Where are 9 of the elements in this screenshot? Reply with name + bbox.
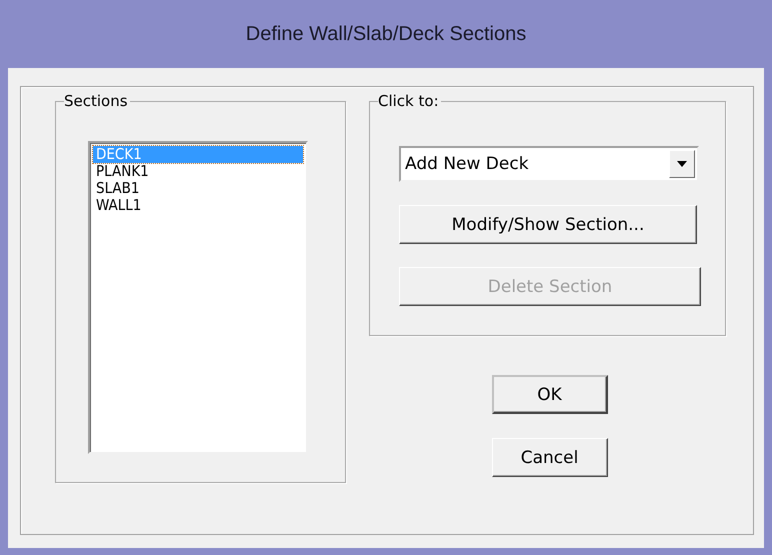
- dialog-button[interactable]: Cancel: [492, 438, 608, 477]
- list-item[interactable]: SLAB1: [93, 180, 303, 197]
- list-item[interactable]: WALL1: [93, 197, 303, 214]
- window-title: Define Wall/Slab/Deck Sections: [246, 22, 526, 46]
- sections-list[interactable]: DECK1 PLANK1 SLAB1 WALL1: [88, 141, 308, 454]
- action-dropdown[interactable]: Add New Deck: [399, 146, 699, 182]
- list-item[interactable]: PLANK1: [93, 163, 303, 180]
- dialog-button[interactable]: OK: [492, 375, 608, 414]
- section-button[interactable]: Modify/Show Section...: [399, 205, 697, 244]
